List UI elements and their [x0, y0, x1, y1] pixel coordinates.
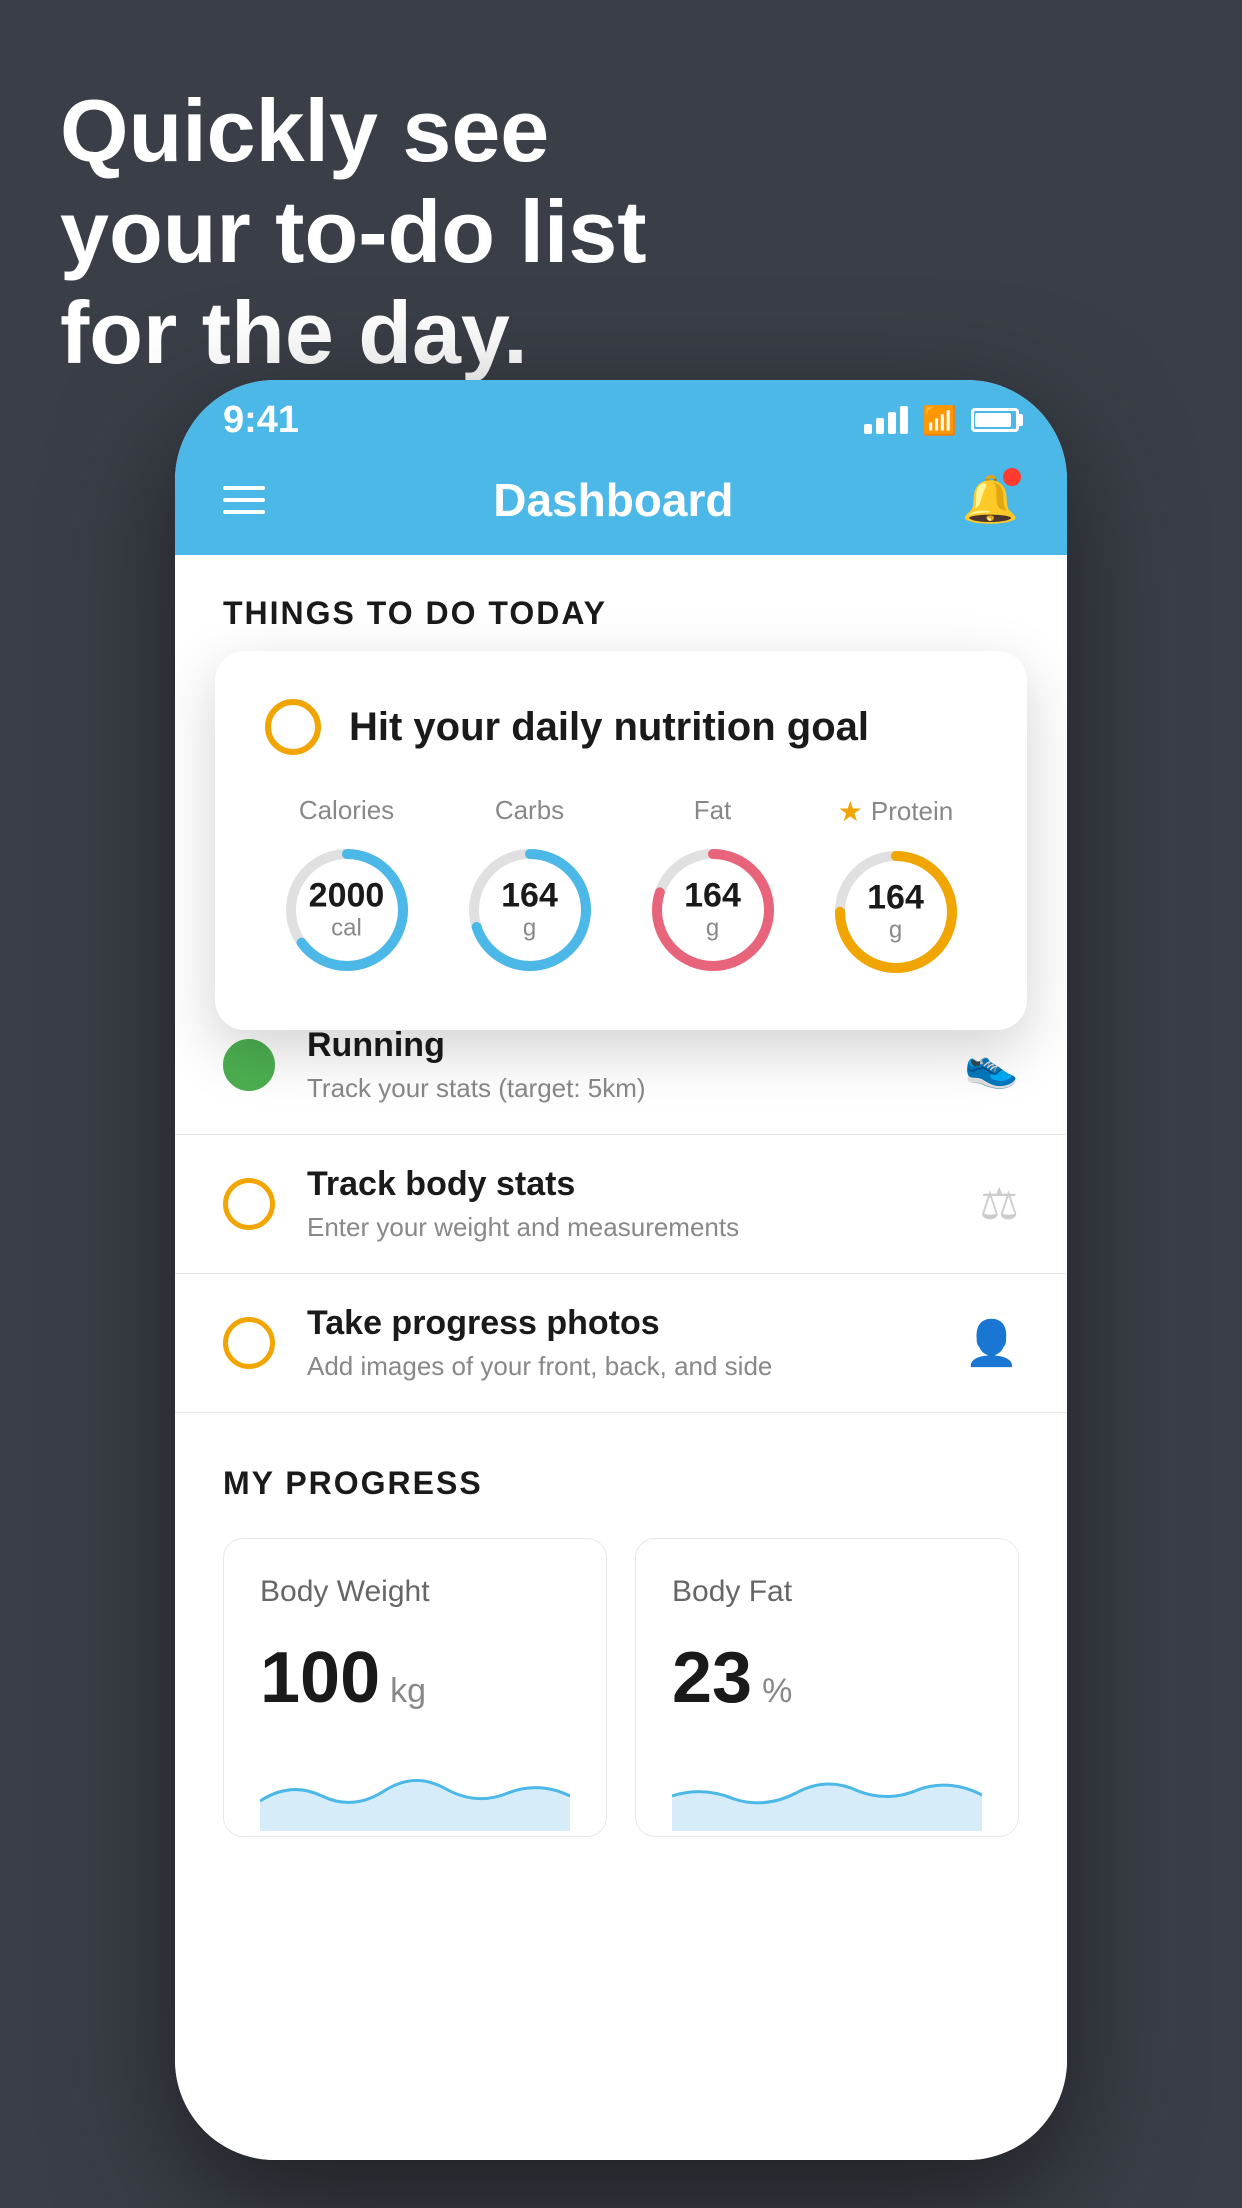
- signal-icon: [864, 406, 908, 434]
- status-icons: 📶: [864, 404, 1019, 437]
- todo-item-body-stats[interactable]: Track body stats Enter your weight and m…: [175, 1135, 1067, 1274]
- calories-ring: 2000 cal: [277, 840, 417, 980]
- battery-icon: [971, 408, 1019, 432]
- body-fat-title: Body Fat: [672, 1575, 982, 1609]
- body-weight-unit: kg: [390, 1672, 426, 1711]
- nutrition-card-title: Hit your daily nutrition goal: [349, 705, 869, 750]
- body-fat-unit: %: [762, 1672, 792, 1711]
- notification-badge: [1003, 468, 1021, 486]
- carbs-unit: g: [501, 915, 558, 943]
- phone-content: THINGS TO DO TODAY Running Track your st…: [175, 555, 1067, 2160]
- phone-frame: 9:41 📶 Dashboard 🔔: [175, 380, 1067, 2160]
- todo-title-body-stats: Track body stats: [307, 1165, 948, 1204]
- macro-fat: Fat 164 g: [643, 795, 783, 982]
- body-fat-card[interactable]: Body Fat 23 %: [635, 1538, 1019, 1837]
- body-weight-title: Body Weight: [260, 1575, 570, 1609]
- todo-title-photos: Take progress photos: [307, 1304, 932, 1343]
- menu-button[interactable]: [223, 486, 265, 514]
- body-fat-value: 23: [672, 1637, 752, 1719]
- macro-calories: Calories 2000 cal: [277, 795, 417, 982]
- fat-unit: g: [684, 915, 741, 943]
- wifi-icon: 📶: [922, 404, 957, 437]
- body-fat-chart: [672, 1751, 982, 1831]
- todo-check-running[interactable]: [223, 1039, 275, 1091]
- progress-cards: Body Weight 100 kg Body Fat 23 %: [223, 1538, 1019, 1837]
- calories-value: 2000: [309, 877, 385, 914]
- nutrition-card-header: Hit your daily nutrition goal: [265, 699, 977, 755]
- todo-title-running: Running: [307, 1026, 932, 1065]
- macro-carbs: Carbs 164 g: [460, 795, 600, 982]
- protein-unit: g: [867, 917, 924, 945]
- calories-label: Calories: [299, 795, 394, 826]
- fat-value: 164: [684, 877, 741, 914]
- status-bar: 9:41 📶: [175, 380, 1067, 452]
- todo-subtitle-running: Track your stats (target: 5km): [307, 1073, 932, 1104]
- nav-bar: Dashboard 🔔: [175, 452, 1067, 555]
- nutrition-card[interactable]: Hit your daily nutrition goal Calories 2…: [215, 651, 1027, 1030]
- body-weight-value: 100: [260, 1637, 380, 1719]
- fat-label: Fat: [694, 795, 732, 826]
- progress-section: MY PROGRESS Body Weight 100 kg B: [175, 1413, 1067, 1885]
- nav-title: Dashboard: [493, 473, 733, 527]
- nutrition-check-circle[interactable]: [265, 699, 321, 755]
- todo-check-photos[interactable]: [223, 1317, 275, 1369]
- hero-text: Quickly see your to-do list for the day.: [60, 80, 647, 384]
- todo-subtitle-body-stats: Enter your weight and measurements: [307, 1212, 948, 1243]
- carbs-value: 164: [501, 877, 558, 914]
- person-icon: 👤: [964, 1317, 1019, 1369]
- protein-label-container: ★ Protein: [838, 795, 954, 828]
- protein-label: Protein: [871, 796, 953, 827]
- carbs-label: Carbs: [495, 795, 564, 826]
- notifications-button[interactable]: 🔔: [962, 472, 1019, 527]
- body-weight-chart: [260, 1751, 570, 1831]
- body-weight-card[interactable]: Body Weight 100 kg: [223, 1538, 607, 1837]
- nutrition-macros: Calories 2000 cal Carbs: [265, 795, 977, 982]
- star-icon: ★: [838, 795, 863, 828]
- todo-subtitle-photos: Add images of your front, back, and side: [307, 1351, 932, 1382]
- scale-icon: ⚖: [980, 1179, 1019, 1230]
- running-icon: 👟: [964, 1039, 1019, 1091]
- todo-item-photos[interactable]: Take progress photos Add images of your …: [175, 1274, 1067, 1413]
- macro-protein: ★ Protein 164 g: [826, 795, 966, 982]
- progress-header: MY PROGRESS: [223, 1465, 1019, 1502]
- carbs-ring: 164 g: [460, 840, 600, 980]
- protein-value: 164: [867, 879, 924, 916]
- fat-ring: 164 g: [643, 840, 783, 980]
- todo-check-body-stats[interactable]: [223, 1178, 275, 1230]
- protein-ring: 164 g: [826, 842, 966, 982]
- calories-unit: cal: [309, 915, 385, 943]
- things-today-header: THINGS TO DO TODAY: [175, 555, 1067, 656]
- status-time: 9:41: [223, 399, 299, 442]
